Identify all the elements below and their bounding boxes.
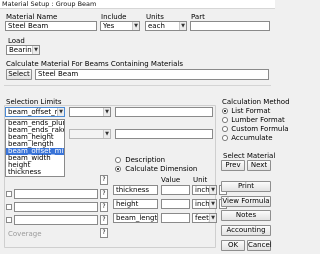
calculate-dimension-label: Calculate Dimension bbox=[125, 165, 198, 173]
limit-value-field-1[interactable] bbox=[115, 107, 213, 117]
chevron-down-icon[interactable]: ▼ bbox=[209, 200, 216, 208]
selection-limit-dropdown[interactable]: beam_ends_plumbbeam_ends_rakedbeam_heigh… bbox=[5, 119, 65, 177]
units-label: Units bbox=[146, 13, 164, 21]
accumulate-radio[interactable] bbox=[222, 135, 228, 141]
calc-material-label: Calculate Material For Beams Containing … bbox=[6, 60, 183, 68]
list-format-label: List Format bbox=[231, 107, 271, 115]
calc-method-option[interactable]: List Format bbox=[222, 107, 273, 116]
value-header: Value bbox=[161, 176, 181, 184]
left-field-3[interactable] bbox=[14, 215, 98, 225]
chevron-down-icon[interactable]: ▼ bbox=[103, 108, 110, 116]
list-format-radio[interactable] bbox=[222, 108, 228, 114]
window-title: Material Setup : Group Beam bbox=[0, 0, 275, 9]
operator-combo-2[interactable]: ▼ bbox=[69, 129, 111, 139]
formula-help-button[interactable]: ? bbox=[100, 189, 108, 199]
calc-material-field[interactable]: Steel Beam bbox=[35, 69, 269, 80]
calc-method-label: Calculation Method bbox=[222, 98, 290, 106]
limit-value-field-2[interactable] bbox=[115, 129, 213, 139]
left-field-2[interactable] bbox=[14, 202, 98, 212]
calc-method-option[interactable]: Custom Formula bbox=[222, 125, 289, 134]
include-value: Yes bbox=[103, 22, 115, 30]
description-option[interactable]: Description bbox=[115, 156, 165, 164]
chevron-down-icon[interactable]: ▼ bbox=[179, 22, 186, 30]
custom-formula-label: Custom Formula bbox=[231, 125, 289, 133]
calc-method-option[interactable]: Lumber Format bbox=[222, 116, 285, 125]
operator-combo-1[interactable]: ▼ bbox=[69, 107, 111, 117]
coverage-label: Coverage bbox=[8, 230, 42, 238]
view-formula-button[interactable]: View Formula bbox=[221, 196, 271, 207]
section-divider bbox=[4, 85, 271, 86]
dimension-value-3[interactable] bbox=[161, 213, 190, 223]
calculate-dimension-option[interactable]: Calculate Dimension bbox=[115, 165, 197, 173]
load-select[interactable]: Bearing ▼ bbox=[6, 45, 40, 55]
calculate-dimension-radio[interactable] bbox=[115, 166, 121, 172]
accounting-button[interactable]: Accounting bbox=[221, 225, 271, 236]
dimension-unit-2[interactable]: inches ▼ bbox=[192, 199, 217, 209]
row-checkbox-2[interactable] bbox=[6, 204, 12, 210]
chevron-down-icon[interactable]: ▼ bbox=[209, 186, 216, 194]
load-label: Load bbox=[8, 37, 25, 45]
description-label: Description bbox=[125, 156, 166, 164]
ok-button[interactable]: OK bbox=[221, 240, 245, 251]
dropdown-options: beam_ends_plumbbeam_ends_rakedbeam_heigh… bbox=[6, 120, 64, 176]
select-button[interactable]: Select bbox=[6, 69, 32, 80]
dimension-unit-1[interactable]: inches ▼ bbox=[192, 185, 217, 195]
print-button[interactable]: Print bbox=[221, 181, 271, 192]
chevron-down-icon[interactable]: ▼ bbox=[57, 108, 64, 116]
row-checkbox-1[interactable] bbox=[6, 191, 12, 197]
dimension-name-3[interactable]: beam_length bbox=[113, 213, 158, 223]
chevron-down-icon[interactable]: ▼ bbox=[209, 214, 216, 222]
part-label: Part bbox=[191, 13, 205, 21]
chevron-down-icon[interactable]: ▼ bbox=[103, 130, 110, 138]
formula-help-button[interactable]: ? bbox=[100, 175, 108, 185]
coverage-help-button[interactable]: ? bbox=[100, 228, 108, 238]
dimension-name-1[interactable]: thickness bbox=[113, 185, 158, 195]
selection-limit-combo-1[interactable]: beam_offset_min ▼ bbox=[5, 107, 65, 117]
next-button[interactable]: Next bbox=[247, 160, 271, 171]
units-select[interactable]: each ▼ bbox=[145, 21, 187, 31]
formula-help-button[interactable]: ? bbox=[100, 202, 108, 212]
row-checkbox-3[interactable] bbox=[6, 217, 12, 223]
include-label: Include bbox=[101, 13, 127, 21]
dropdown-option[interactable]: thickness bbox=[6, 169, 64, 176]
lumber-format-radio[interactable] bbox=[222, 117, 228, 123]
dimension-unit-3[interactable]: feet_inches ▼ bbox=[192, 213, 217, 223]
chevron-down-icon[interactable]: ▼ bbox=[132, 22, 139, 30]
units-value: each bbox=[148, 22, 165, 30]
material-name-field[interactable]: Steel Beam bbox=[5, 21, 97, 31]
description-radio[interactable] bbox=[115, 157, 121, 163]
select-material-label: Select Material bbox=[223, 152, 276, 160]
formula-help-button[interactable]: ? bbox=[100, 215, 108, 225]
dimension-name-2[interactable]: height bbox=[113, 199, 158, 209]
custom-formula-radio[interactable] bbox=[222, 126, 228, 132]
lumber-format-label: Lumber Format bbox=[231, 116, 285, 124]
prev-button[interactable]: Prev bbox=[221, 160, 245, 171]
part-field[interactable] bbox=[190, 21, 270, 31]
unit-header: Unit bbox=[193, 176, 208, 184]
material-name-label: Material Name bbox=[6, 13, 58, 21]
dimension-value-1[interactable] bbox=[161, 185, 190, 195]
calc-method-options: List Format Lumber Format Custom Formula… bbox=[222, 107, 289, 143]
accumulate-label: Accumulate bbox=[231, 134, 273, 142]
dimension-value-2[interactable] bbox=[161, 199, 190, 209]
cancel-button[interactable]: Cancel bbox=[247, 240, 272, 251]
notes-button[interactable]: Notes bbox=[221, 210, 271, 221]
include-select[interactable]: Yes ▼ bbox=[100, 21, 140, 31]
calc-method-option[interactable]: Accumulate bbox=[222, 134, 273, 143]
chevron-down-icon[interactable]: ▼ bbox=[32, 46, 39, 54]
left-field-1[interactable] bbox=[14, 189, 98, 199]
